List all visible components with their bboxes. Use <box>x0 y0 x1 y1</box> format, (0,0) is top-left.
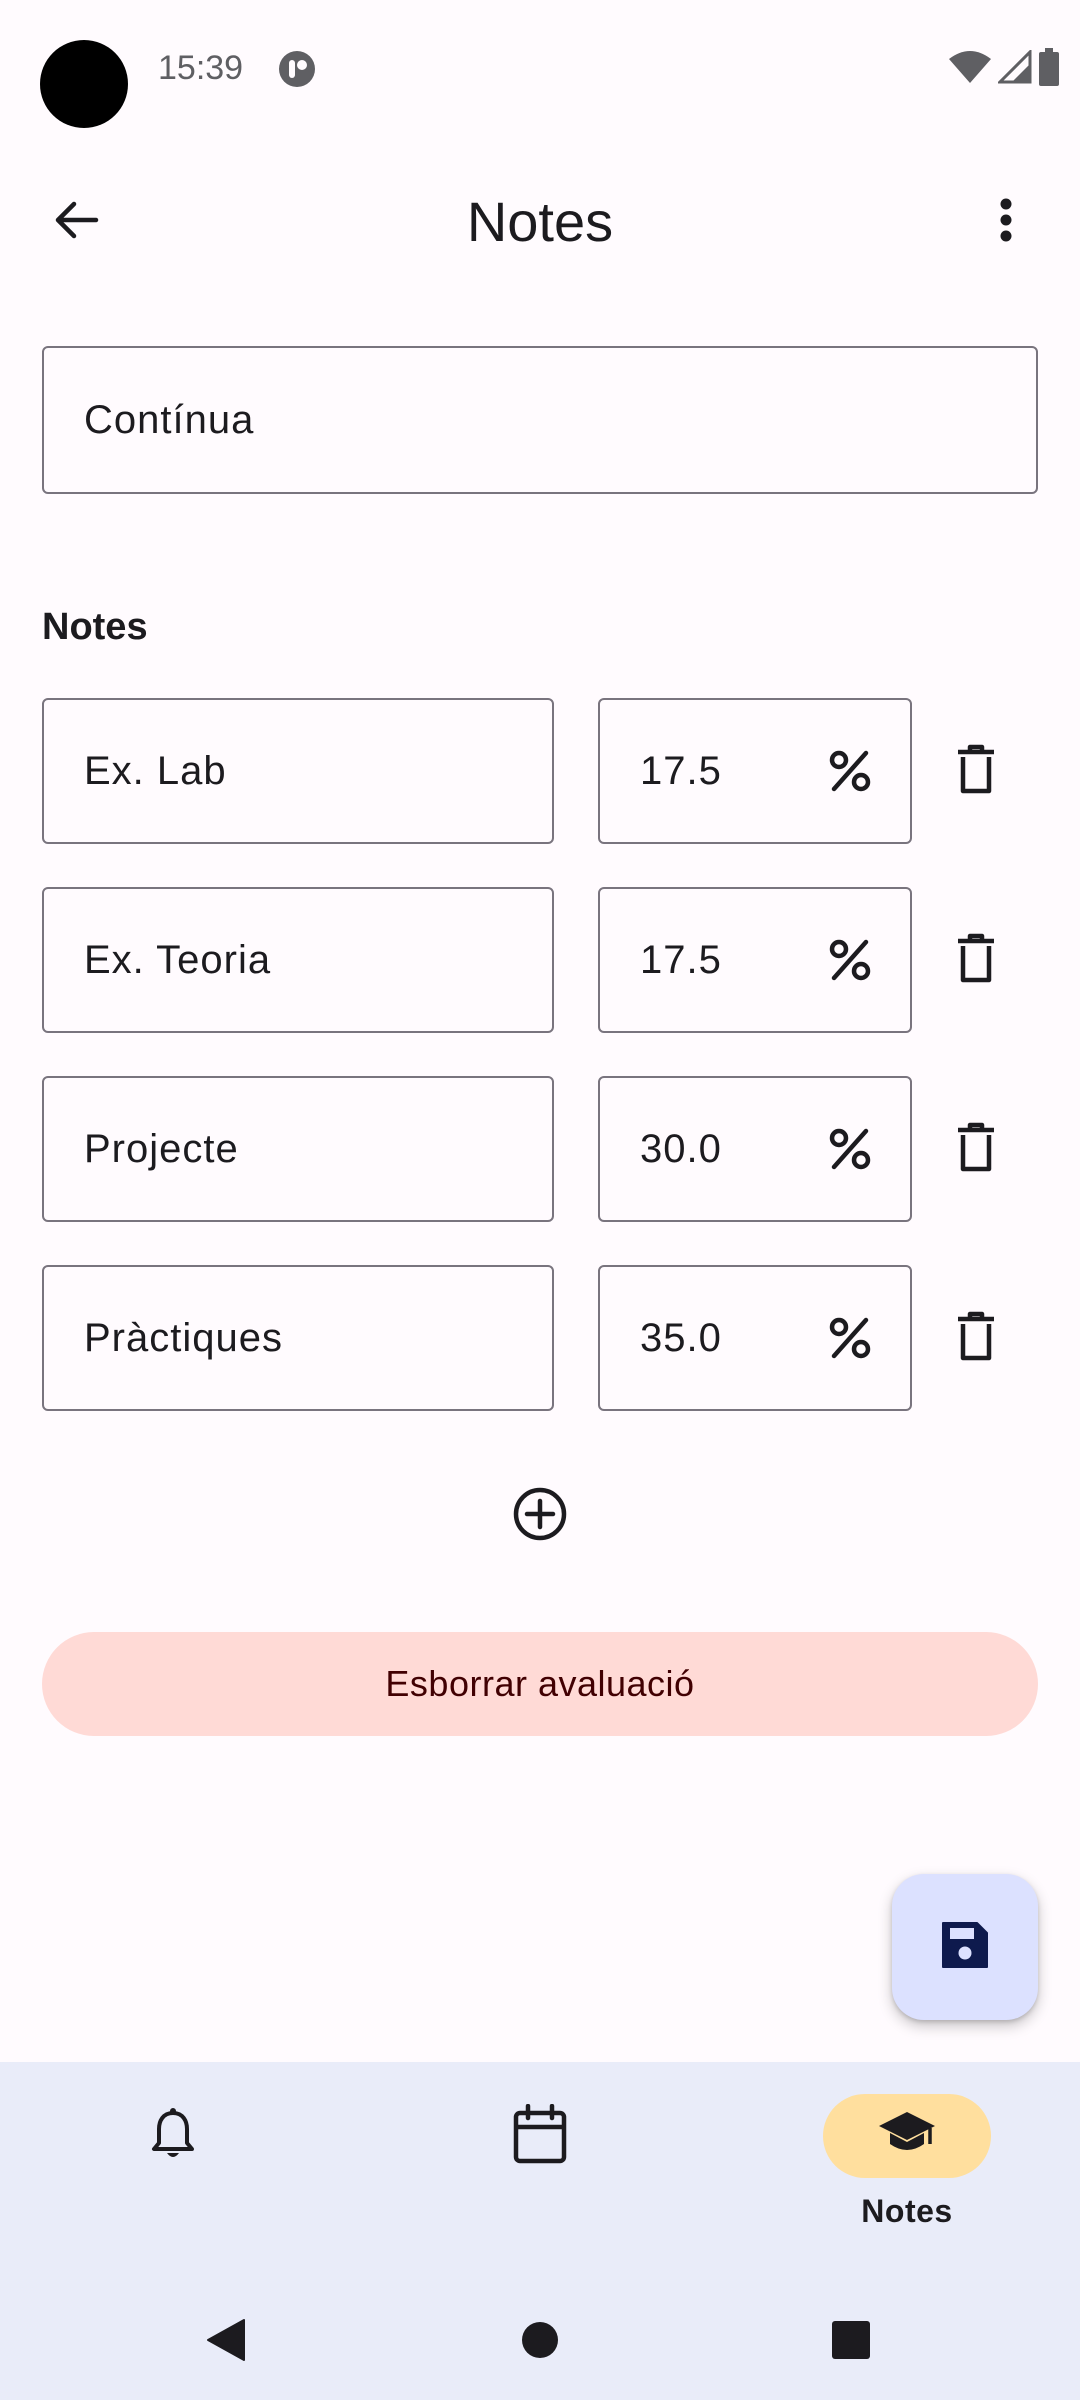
grade-name-field[interactable] <box>42 887 554 1033</box>
grade-name-field[interactable] <box>42 698 554 844</box>
nav-active-indicator <box>823 2094 991 2178</box>
grade-name-input[interactable] <box>44 937 552 983</box>
status-icons <box>948 47 1060 91</box>
recents-square-icon <box>831 2320 871 2365</box>
trash-icon <box>956 933 996 988</box>
percent-icon <box>826 747 874 795</box>
battery-icon <box>1038 47 1060 91</box>
delete-grade-button[interactable] <box>940 1113 1012 1185</box>
grade-weight-field[interactable] <box>598 698 912 844</box>
grade-name-input[interactable] <box>44 1126 552 1172</box>
add-circle-icon <box>512 1486 568 1547</box>
percent-icon <box>826 936 874 984</box>
grade-weight-input[interactable] <box>600 937 800 983</box>
more-options-button[interactable] <box>970 186 1042 258</box>
grades-section-label: Notes <box>42 606 148 648</box>
delete-evaluation-button[interactable]: Esborrar avaluació <box>42 1632 1038 1736</box>
nav-indicator <box>456 2094 624 2178</box>
grade-name-field[interactable] <box>42 1265 554 1411</box>
delete-grade-button[interactable] <box>940 735 1012 807</box>
page-title: Notes <box>466 190 614 253</box>
save-fab-button[interactable] <box>892 1874 1038 2020</box>
delete-grade-button[interactable] <box>940 924 1012 996</box>
calendar-icon <box>512 2103 568 2169</box>
grade-weight-input[interactable] <box>600 1126 800 1172</box>
percent-icon <box>826 1125 874 1173</box>
system-back-button[interactable] <box>190 2306 262 2378</box>
trash-icon <box>956 1122 996 1177</box>
signal-icon <box>996 47 1032 89</box>
graduation-cap-icon <box>877 2110 937 2163</box>
trash-icon <box>956 1311 996 1366</box>
grade-weight-input[interactable] <box>600 748 800 794</box>
percent-icon <box>826 1314 874 1362</box>
grade-name-input[interactable] <box>44 1315 552 1361</box>
add-grade-button[interactable] <box>504 1480 576 1552</box>
bell-icon <box>149 2107 197 2166</box>
grade-weight-field[interactable] <box>598 1265 912 1411</box>
nav-item-grades[interactable]: Notes <box>757 2094 1057 2254</box>
wifi-icon <box>948 50 992 89</box>
grade-weight-field[interactable] <box>598 1076 912 1222</box>
home-circle-icon <box>520 2320 560 2365</box>
system-recents-button[interactable] <box>815 2306 887 2378</box>
status-time: 15:39 <box>158 49 244 87</box>
grade-weight-input[interactable] <box>600 1315 800 1361</box>
nav-item-calendar[interactable] <box>390 2094 690 2254</box>
save-icon <box>939 1919 991 1976</box>
evaluation-name-field[interactable] <box>42 346 1038 494</box>
system-home-button[interactable] <box>504 2306 576 2378</box>
grade-name-input[interactable] <box>44 748 552 794</box>
grade-weight-field[interactable] <box>598 887 912 1033</box>
nav-item-notifications[interactable] <box>23 2094 323 2254</box>
delete-grade-button[interactable] <box>940 1302 1012 1374</box>
grade-name-field[interactable] <box>42 1076 554 1222</box>
back-triangle-icon <box>204 2316 248 2369</box>
nav-label: Notes <box>861 2193 953 2229</box>
more-vert-icon <box>998 196 1014 249</box>
camera-cutout <box>40 40 128 128</box>
app-notification-icon <box>278 50 316 88</box>
evaluation-name-input[interactable] <box>44 397 1036 443</box>
nav-indicator <box>89 2094 257 2178</box>
trash-icon <box>956 744 996 799</box>
